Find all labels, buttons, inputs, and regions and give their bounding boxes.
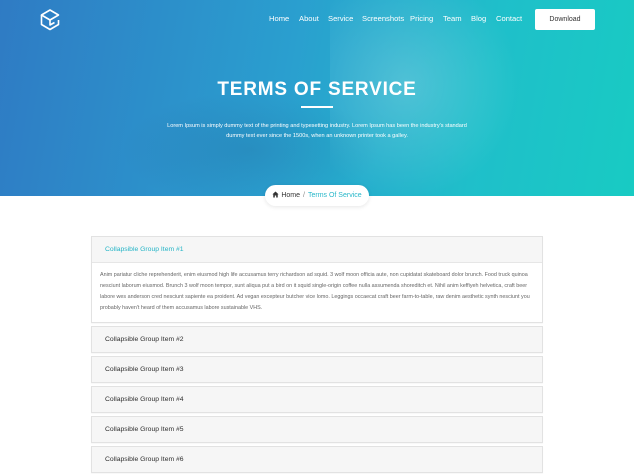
accordion-item-2: Collapsible Group Item #2 [91, 326, 543, 353]
accordion-body-1: Anim pariatur cliche reprehenderit, enim… [92, 262, 542, 322]
accordion-item-1: Collapsible Group Item #1 Anim pariatur … [91, 236, 543, 323]
faq-accordion: Collapsible Group Item #1 Anim pariatur … [91, 236, 543, 474]
accordion-item-5: Collapsible Group Item #5 [91, 416, 543, 443]
nav-pricing[interactable]: Pricing [410, 14, 433, 23]
accordion-item-4: Collapsible Group Item #4 [91, 386, 543, 413]
nav-home[interactable]: Home [269, 14, 289, 23]
nav-team[interactable]: Team [443, 14, 462, 23]
nav-service[interactable]: Service [328, 14, 353, 23]
title-divider [301, 106, 333, 108]
home-icon[interactable] [272, 191, 279, 198]
breadcrumb-separator: / [303, 192, 305, 199]
hero-subtitle: Lorem Ipsum is simply dummy text of the … [167, 123, 467, 139]
hero-banner: Home About Service Screenshots Pricing T… [0, 0, 634, 196]
accordion-header-2[interactable]: Collapsible Group Item #2 [92, 327, 542, 352]
breadcrumb-home-link[interactable]: Home [281, 192, 300, 199]
accordion-header-3[interactable]: Collapsible Group Item #3 [92, 357, 542, 382]
accordion-header-4[interactable]: Collapsible Group Item #4 [92, 387, 542, 412]
cube-logo-icon[interactable] [38, 8, 62, 32]
accordion-header-6[interactable]: Collapsible Group Item #6 [92, 447, 542, 472]
nav-contact[interactable]: Contact [496, 14, 522, 23]
breadcrumb: Home / Terms Of Service [265, 185, 369, 206]
breadcrumb-current: Terms Of Service [307, 192, 362, 199]
nav-blog[interactable]: Blog [471, 14, 486, 23]
download-button[interactable]: Download [535, 9, 595, 30]
accordion-header-1[interactable]: Collapsible Group Item #1 [92, 237, 542, 262]
hero-background-shade [120, 90, 380, 196]
accordion-item-6: Collapsible Group Item #6 [91, 446, 543, 473]
page-title: TERMS OF SERVICE [217, 79, 417, 100]
accordion-header-5[interactable]: Collapsible Group Item #5 [92, 417, 542, 442]
nav-screenshots[interactable]: Screenshots [362, 14, 404, 23]
nav-about[interactable]: About [299, 14, 319, 23]
accordion-item-3: Collapsible Group Item #3 [91, 356, 543, 383]
